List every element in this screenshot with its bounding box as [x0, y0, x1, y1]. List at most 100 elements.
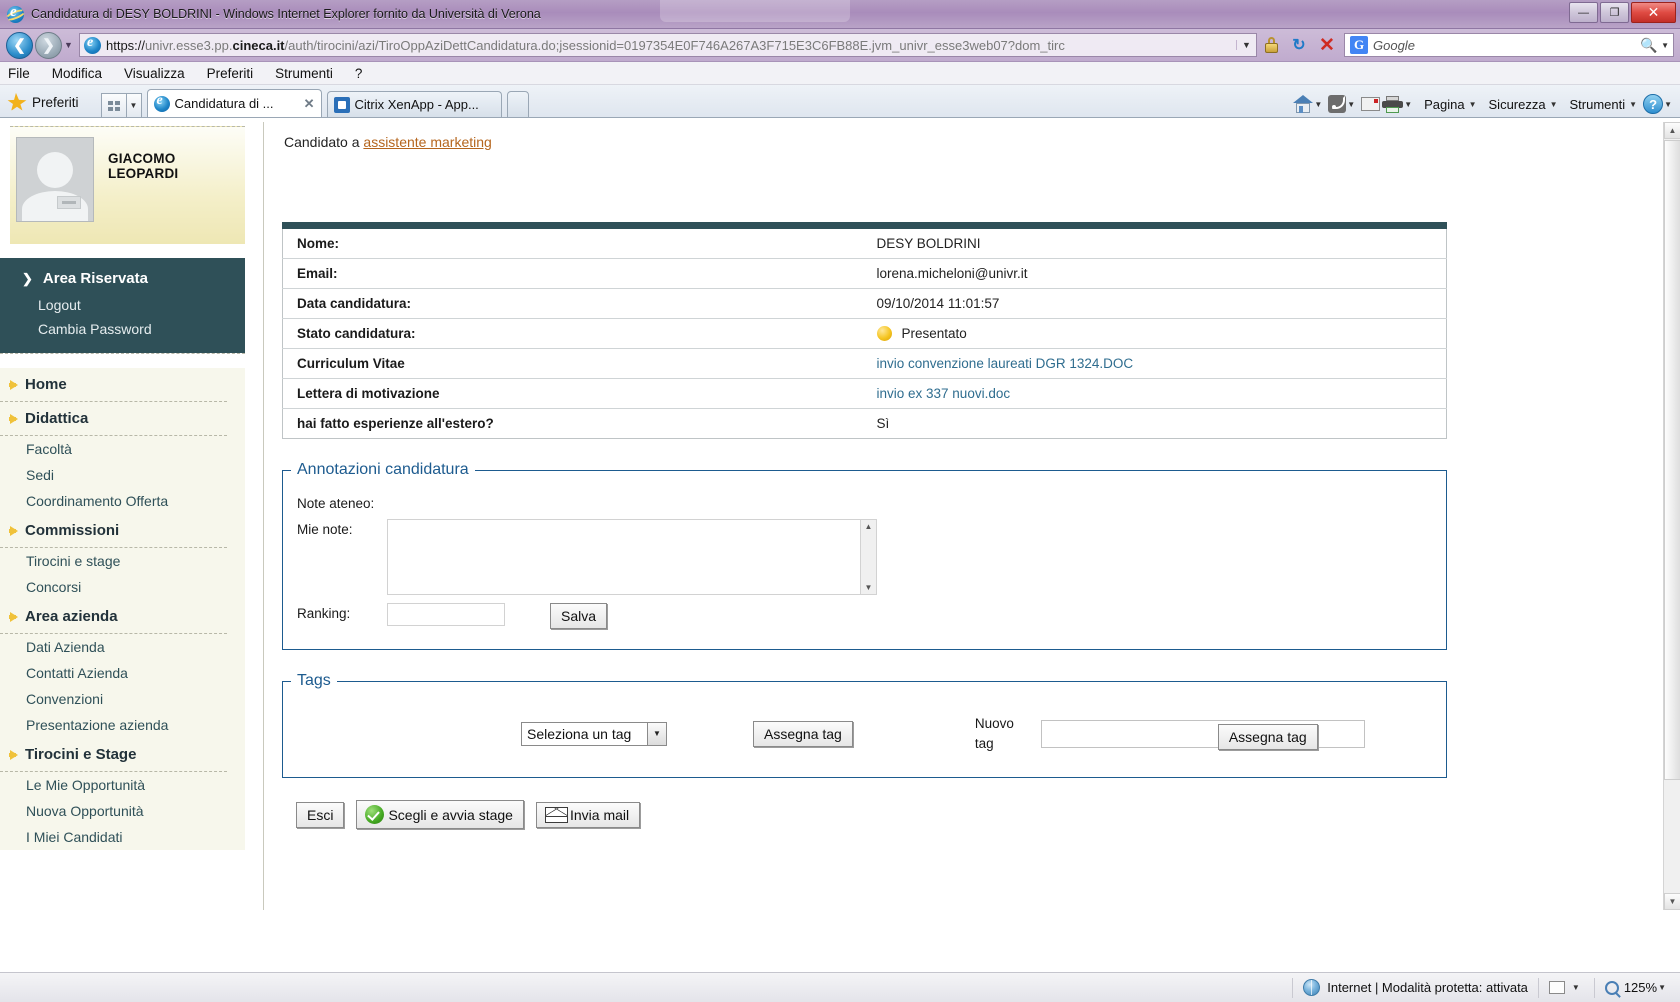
quick-tabs-dropdown-icon[interactable]: ▼	[126, 93, 142, 117]
menu-item-visualizza[interactable]: Visualizza	[124, 66, 185, 81]
sidebar-item-logout[interactable]: Logout	[0, 293, 245, 317]
exit-button[interactable]: Esci	[296, 801, 345, 828]
refresh-button[interactable]: ↻	[1285, 31, 1313, 59]
mie-note-textarea[interactable]: ▲ ▼	[387, 519, 877, 595]
main-content: Candidato a assistente marketing Nome: D…	[264, 122, 1680, 910]
sidebar-item-didattica[interactable]: Didattica	[0, 402, 245, 435]
sidebar-item-sedi[interactable]: Sedi	[0, 462, 245, 488]
scrollbar-thumb[interactable]	[1664, 140, 1680, 780]
menu-item-strumenti[interactable]: Strumenti	[275, 66, 333, 81]
feeds-dropdown-icon[interactable]: ▼	[1347, 100, 1355, 109]
minimize-button[interactable]: —	[1569, 2, 1598, 23]
sidebar-item-tirocini-e-stage[interactable]: Tirocini e Stage	[0, 738, 245, 771]
status-extra[interactable]: ▼	[1539, 973, 1594, 1002]
history-dropdown-icon[interactable]: ▼	[62, 40, 75, 50]
send-mail-button[interactable]: Invia mail	[535, 801, 641, 828]
help-menu-button[interactable]: ? ▼	[1643, 94, 1676, 114]
forward-button[interactable]: ❯	[35, 31, 62, 59]
page-viewport: GIACOMO LEOPARDI ❯ Area Riservata Logout…	[0, 122, 1680, 910]
sidebar-item-home[interactable]: Home	[0, 368, 245, 401]
window-controls: — ❐ ✕	[1569, 2, 1676, 23]
status-bar: Internet | Modalità protetta: attivata ▼…	[0, 972, 1680, 1002]
mail-button[interactable]	[1361, 97, 1381, 111]
sidebar-item-presentazione-azienda[interactable]: Presentazione azienda	[0, 712, 245, 738]
sidebar-item-le-mie-opportunita[interactable]: Le Mie Opportunità	[0, 772, 245, 798]
scroll-down-icon[interactable]: ▼	[865, 583, 873, 592]
tag-select[interactable]: Seleziona un tag ▼	[521, 721, 667, 746]
sidebar-item-area-riservata[interactable]: ❯ Area Riservata	[0, 268, 245, 293]
tab-close-icon[interactable]: ✕	[304, 96, 315, 112]
security-menu-button[interactable]: Sicurezza ▼	[1483, 97, 1562, 112]
security-dropdown-icon[interactable]: ▼	[1550, 100, 1558, 109]
assign-tag-button[interactable]: Assegna tag	[753, 720, 853, 747]
table-row: Curriculum Vitae invio convenzione laure…	[282, 348, 1447, 379]
scroll-up-icon[interactable]: ▲	[865, 522, 873, 531]
menu-item-preferiti[interactable]: Preferiti	[207, 66, 254, 81]
sidebar-item-convenzioni[interactable]: Convenzioni	[0, 686, 245, 712]
start-internship-label: Scegli e avvia stage	[388, 806, 513, 823]
sidebar-item-dati-azienda[interactable]: Dati Azienda	[0, 634, 245, 660]
menu-item-modifica[interactable]: Modifica	[52, 66, 102, 81]
stop-button[interactable]: ✕	[1313, 31, 1341, 59]
security-menu-label: Sicurezza	[1488, 96, 1546, 112]
menu-item-file[interactable]: File	[8, 66, 30, 81]
close-button[interactable]: ✕	[1631, 2, 1676, 23]
start-internship-button[interactable]: Scegli e avvia stage	[356, 800, 524, 830]
status-extra-caret[interactable]: ▼	[1572, 983, 1580, 992]
arrow-right-icon	[9, 413, 18, 424]
tab-candidatura[interactable]: Candidatura di ... ✕	[146, 89, 322, 117]
page-dropdown-icon[interactable]: ▼	[1469, 100, 1477, 109]
help-dropdown-icon[interactable]: ▼	[1664, 100, 1672, 109]
motivation-letter-link[interactable]: invio ex 337 nuovi.doc	[877, 386, 1011, 401]
sidebar-item-commissioni[interactable]: Commissioni	[0, 514, 245, 547]
search-dropdown-icon[interactable]: ▼	[1661, 41, 1669, 50]
opportunity-link[interactable]: assistente marketing	[363, 134, 491, 150]
ranking-input[interactable]	[387, 603, 505, 626]
sidebar-item-coordinamento-offerta[interactable]: Coordinamento Offerta	[0, 488, 245, 514]
sidebar-item-concorsi[interactable]: Concorsi	[0, 574, 245, 600]
maximize-button[interactable]: ❐	[1600, 2, 1629, 23]
security-lock-icon[interactable]	[1257, 31, 1285, 59]
breadcrumb: Candidato a assistente marketing	[284, 134, 1680, 150]
feeds-button[interactable]: ▼	[1328, 95, 1359, 113]
save-button[interactable]: Salva	[550, 603, 608, 629]
zoom-dropdown-icon[interactable]: ▼	[1658, 983, 1666, 992]
sidebar-item-i-miei-candidati[interactable]: I Miei Candidati	[0, 824, 245, 850]
page-scrollbar[interactable]: ▲ ▼	[1663, 122, 1680, 910]
chevron-down-icon[interactable]: ▼	[647, 722, 666, 745]
cv-file-link[interactable]: invio convenzione laureati DGR 1324.DOC	[877, 356, 1134, 371]
search-box[interactable]: G Google 🔍 ▼	[1344, 33, 1674, 57]
sidebar-item-area-azienda[interactable]: Area azienda	[0, 600, 245, 633]
home-dropdown-icon[interactable]: ▼	[1314, 100, 1322, 109]
refresh-icon: ↻	[1292, 37, 1306, 54]
back-button[interactable]: ❮	[6, 31, 33, 59]
quick-tabs-button[interactable]	[100, 93, 127, 117]
scroll-up-icon[interactable]: ▲	[1664, 122, 1680, 139]
print-dropdown-icon[interactable]: ▼	[1404, 100, 1412, 109]
new-tab-button[interactable]	[506, 91, 529, 117]
url-input[interactable]: https://univr.esse3.pp.cineca.it/auth/ti…	[79, 33, 1257, 57]
search-input[interactable]: Google	[1373, 38, 1638, 53]
assign-new-tag-button[interactable]: Assegna tag	[1217, 723, 1318, 750]
tools-menu-button[interactable]: Strumenti ▼	[1564, 97, 1642, 112]
tab-citrix-xenapp[interactable]: Citrix XenApp - App...	[326, 91, 502, 117]
textarea-scrollbar[interactable]: ▲ ▼	[860, 520, 876, 594]
tab-bar: Preferiti ▼ Candidatura di ... ✕ Citrix …	[0, 85, 1680, 118]
scroll-down-icon[interactable]: ▼	[1664, 893, 1680, 910]
sidebar-item-facolta[interactable]: Facoltà	[0, 436, 245, 462]
envelope-icon	[544, 806, 568, 823]
home-button[interactable]: ▼	[1293, 95, 1326, 113]
zoom-control[interactable]: 125% ▼	[1595, 973, 1680, 1002]
tools-dropdown-icon[interactable]: ▼	[1629, 100, 1637, 109]
sidebar-item-cambia-password[interactable]: Cambia Password	[0, 317, 245, 341]
url-dropdown-icon[interactable]: ▼	[1236, 40, 1256, 50]
page-menu-button[interactable]: Pagina ▼	[1418, 97, 1480, 112]
favorites-button[interactable]: Preferiti	[0, 87, 89, 117]
sidebar-item-tirocini-e-stage-commissioni[interactable]: Tirocini e stage	[0, 548, 245, 574]
sidebar-item-nuova-opportunita[interactable]: Nuova Opportunità	[0, 798, 245, 824]
arrow-right-icon	[9, 749, 18, 760]
sidebar-item-contatti-azienda[interactable]: Contatti Azienda	[0, 660, 245, 686]
menu-item-help[interactable]: ?	[355, 66, 363, 81]
print-button[interactable]: ▼	[1382, 95, 1416, 113]
search-icon[interactable]: 🔍	[1638, 37, 1660, 54]
